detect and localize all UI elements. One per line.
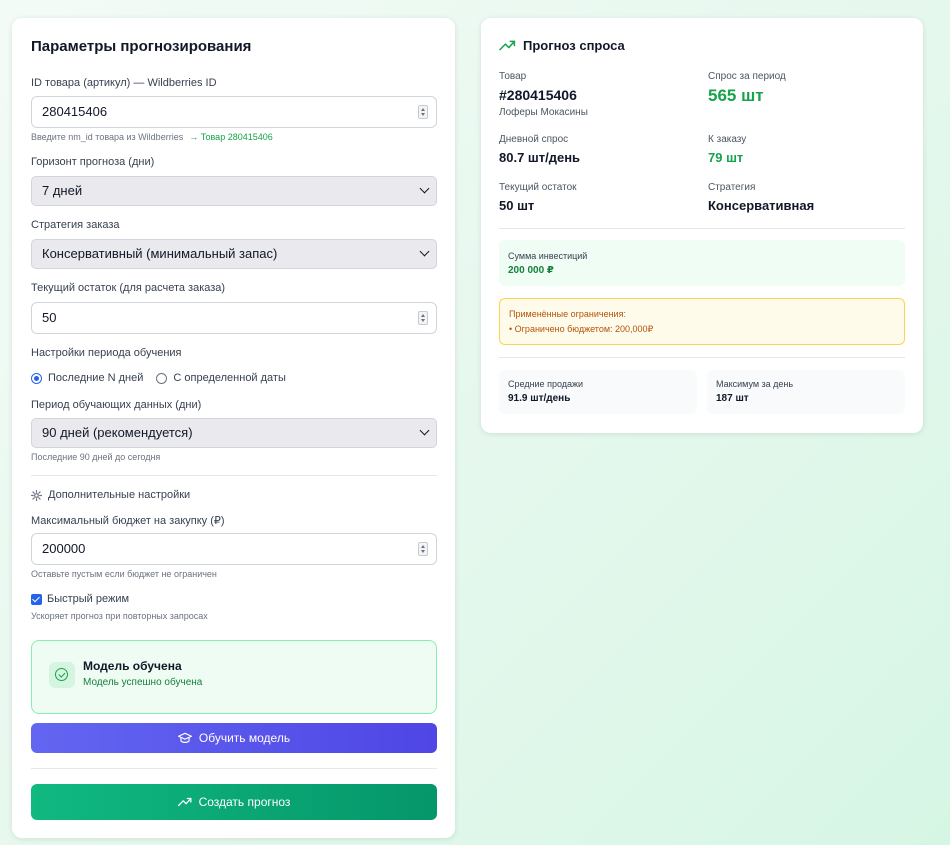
strategy-select[interactable]: Консервативный (минимальный запас) [31,239,437,269]
daily-demand-value: 80.7 шт/день [499,150,581,165]
product-value: #280415406 [499,87,577,103]
avg-sales-stat: Средние продажи 91.9 шт/день [499,370,697,414]
period-value: 90 дней (рекомендуется) [42,425,193,440]
forecast-title-text: Прогноз спроса [523,38,625,53]
stock-label: Текущий остаток (для расчета заказа) [31,282,226,294]
divider [499,228,905,229]
product-id-stepper[interactable] [418,105,428,119]
stock-input[interactable]: 50 [31,302,437,334]
training-period-radios: Последние N дней С определенной даты [31,372,286,384]
product-id-hint-text: Введите nm_id товара из Wildberries [31,132,184,142]
avg-sales-value: 91.9 шт/день [508,393,571,404]
current-stock-value: 50 шт [499,198,535,213]
strategy-label: Стратегия заказа [31,219,120,231]
forecast-result-panel: Прогноз спроса Товар #280415406 Лоферы М… [481,18,923,433]
product-id-input[interactable]: 280415406 [31,96,437,128]
period-hint: Последние 90 дней до сегодня [31,452,161,462]
horizon-value: 7 дней [42,183,83,198]
params-title: Параметры прогнозирования [31,38,252,55]
radio-from-date[interactable] [156,372,168,384]
max-day-value: 187 шт [716,393,749,404]
model-status-subtitle: Модель успешно обучена [83,677,203,688]
model-status-title: Модель обучена [83,659,182,673]
investment-label: Сумма инвестиций [508,251,588,261]
fast-mode-row: Быстрый режим [31,593,129,605]
divider [31,475,437,476]
forecast-params-panel: Параметры прогнозирования ID товара (арт… [12,18,455,838]
stock-stepper[interactable] [418,311,428,325]
max-day-stat: Максимум за день 187 шт [707,370,905,414]
training-settings-label: Настройки периода обучения [31,347,182,359]
divider [31,768,437,769]
horizon-select[interactable]: 7 дней [31,176,437,206]
applied-limits-box: Применённые ограничения: • Ограничено бю… [499,298,905,345]
limits-item: • Ограничено бюджетом: 200,000₽ [509,324,654,334]
period-label: Период обучающих данных (дни) [31,399,202,411]
radio-from-date-label: С определенной даты [173,372,286,384]
period-select[interactable]: 90 дней (рекомендуется) [31,418,437,448]
create-forecast-label: Создать прогноз [198,795,291,809]
trending-up-icon [499,40,516,51]
product-id-hint: Введите nm_id товара из Wildberries → Тов… [31,132,273,142]
strategy-result-label: Стратегия [708,182,756,193]
advanced-settings-label: Дополнительные настройки [48,489,191,501]
current-stock-label: Текущий остаток [499,182,577,193]
product-id-value: 280415406 [42,104,108,119]
radio-last-n[interactable] [31,372,42,384]
limits-title: Применённые ограничения: [509,309,626,319]
to-order-label: К заказу [708,134,747,145]
create-forecast-button[interactable]: Создать прогноз [31,784,437,820]
graduation-cap-icon [177,732,192,743]
chevron-down-icon [419,183,430,194]
advanced-settings-header[interactable]: Дополнительные настройки [31,489,190,501]
horizon-label: Горизонт прогноза (дни) [31,156,155,168]
train-model-button[interactable]: Обучить модель [31,723,437,753]
strategy-value: Консервативный (минимальный запас) [42,246,278,261]
period-demand-label: Спрос за период [708,71,786,82]
budget-hint: Оставьте пустым если бюджет не ограничен [31,569,217,579]
chevron-down-icon [419,246,430,257]
budget-label: Максимальный бюджет на закупку (₽) [31,515,225,527]
budget-value: 200000 [42,541,86,556]
period-demand-value: 565 шт [708,86,764,105]
trending-up-icon [177,797,192,807]
forecast-title: Прогноз спроса [499,38,625,53]
gear-icon [31,489,42,501]
budget-input[interactable]: 200000 [31,533,437,565]
product-id-label: ID товара (артикул) — Wildberries ID [31,77,217,89]
fast-mode-checkbox[interactable] [31,593,42,605]
product-label: Товар [499,71,527,82]
train-model-label: Обучить модель [198,731,291,745]
fast-mode-hint: Ускоряет прогноз при повторных запросах [31,611,208,621]
budget-stepper[interactable] [418,542,428,556]
chevron-down-icon [419,425,430,436]
fast-mode-label: Быстрый режим [47,593,130,605]
stock-value: 50 [42,310,57,325]
model-status-box: Модель обучена Модель успешно обучена [31,640,437,714]
product-found-text: → Товар 280415406 [189,132,273,142]
investment-box: Сумма инвестиций 200 000 ₽ [499,240,905,286]
daily-demand-label: Дневной спрос [499,134,569,145]
radio-last-n-label: Последние N дней [48,372,144,384]
strategy-result-value: Консервативная [708,198,815,213]
divider [499,357,905,358]
max-day-label: Максимум за день [716,379,794,389]
check-circle-icon [49,662,75,688]
to-order-value: 79 шт [708,150,744,165]
investment-value: 200 000 ₽ [508,265,554,276]
product-name: Лоферы Мокасины [499,107,588,118]
avg-sales-label: Средние продажи [508,379,584,389]
